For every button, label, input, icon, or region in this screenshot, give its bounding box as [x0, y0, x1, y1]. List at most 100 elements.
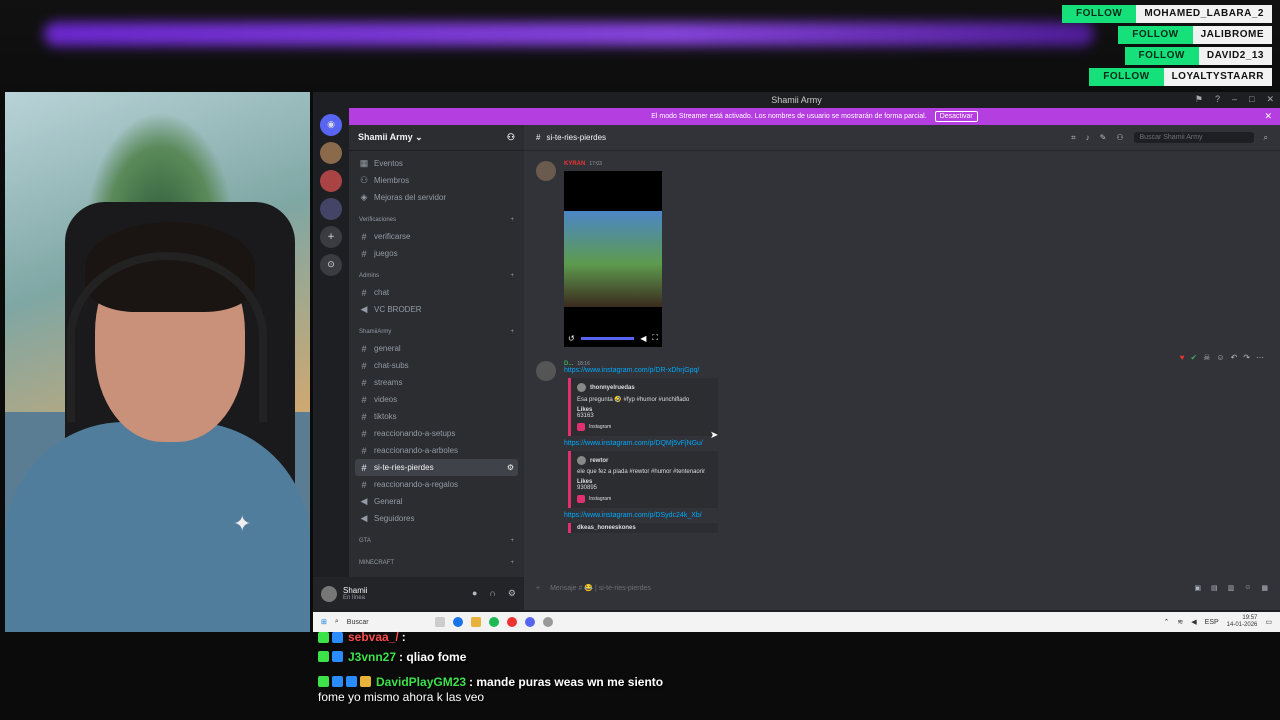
message-input[interactable]: Mensaje # 😂 | si-te-ries-pierdes [550, 584, 651, 592]
settings-icon[interactable]: ⚙ [507, 463, 514, 472]
minimize-icon[interactable]: – [1232, 94, 1237, 105]
message-author[interactable]: KYRAN 17:03 [564, 161, 662, 167]
volume-icon[interactable]: ◀ [1191, 618, 1196, 626]
help-icon[interactable]: ? [1215, 94, 1220, 105]
volume-slider[interactable] [580, 336, 635, 340]
channel-chat[interactable]: # chat [355, 284, 518, 301]
avatar[interactable] [321, 585, 337, 602]
embed-author[interactable]: thonnyelruedas [590, 385, 635, 391]
channel-reaccionando-setups[interactable]: # reaccionando-a-setups [355, 425, 518, 442]
channel-si-te-ries-pierdes[interactable]: # si-te-ries-pierdes ⚙ [355, 459, 518, 476]
add-reaction-icon[interactable]: ☺ [1216, 353, 1224, 362]
avatar[interactable] [536, 361, 556, 381]
channel-tiktoks[interactable]: # tiktoks [355, 408, 518, 425]
members-list-icon[interactable]: ⚇ [1116, 133, 1123, 142]
search-icon[interactable]: ⌕ [335, 618, 339, 626]
gear-icon[interactable]: ⚙ [508, 588, 516, 599]
channel-eventos[interactable]: ▦ Eventos [355, 155, 518, 172]
category-shamiiarmy[interactable]: ShamiiArmy + [355, 324, 518, 340]
replay-icon[interactable]: ↺ [568, 334, 575, 343]
add-channel-icon[interactable]: + [510, 217, 514, 223]
close-banner-icon[interactable]: ✕ [1264, 111, 1272, 122]
file-explorer-icon[interactable] [470, 617, 481, 627]
check-reaction-icon[interactable]: ✔ [1191, 353, 1198, 362]
search-icon[interactable]: ⌕ [1264, 133, 1268, 143]
search-input[interactable]: Buscar Shamii Army [1133, 132, 1254, 143]
follow-alert: FOLLOW JALIBROME [1118, 26, 1272, 44]
skull-reaction-icon[interactable]: ☠ [1203, 353, 1210, 362]
microphone-icon[interactable]: ● [472, 588, 477, 599]
notifications-icon[interactable]: ▭ [1265, 618, 1272, 626]
more-icon[interactable]: ⋯ [1256, 353, 1264, 362]
channel-general-voice[interactable]: ◀ General [355, 493, 518, 510]
channel-streams[interactable]: # streams [355, 374, 518, 391]
channel-general[interactable]: # general [355, 340, 518, 357]
tray-chevron-icon[interactable]: ⌃ [1164, 618, 1170, 626]
add-server-icon[interactable]: + [320, 226, 342, 248]
inbox-icon[interactable]: ⚑ [1195, 94, 1203, 105]
disable-streamer-button[interactable]: Desactivar [934, 111, 978, 122]
add-channel-icon[interactable]: + [510, 560, 514, 566]
channel-verificarse[interactable]: # verificarse [355, 228, 518, 245]
close-icon[interactable]: ✕ [1266, 94, 1274, 105]
category-minecraft[interactable]: MINECRAFT + [355, 555, 518, 571]
windows-start-icon[interactable]: ⊞ [321, 618, 327, 626]
reply-icon[interactable]: ↶ [1231, 353, 1238, 362]
volume-icon[interactable]: ◀ [640, 334, 646, 343]
add-channel-icon[interactable]: + [510, 538, 514, 544]
channel-reaccionando-regalos[interactable]: # reaccionando-a-regalos [355, 476, 518, 493]
category-gta[interactable]: GTA + [355, 533, 518, 549]
server-icon[interactable] [320, 198, 342, 220]
add-channel-icon[interactable]: + [510, 329, 514, 335]
heart-reaction-icon[interactable]: ♥ [1180, 353, 1185, 362]
wifi-icon[interactable]: ≋ [1177, 618, 1183, 626]
sticker-icon[interactable]: ▥ [1228, 584, 1235, 592]
embed-author[interactable]: dkeas_honeeskones [577, 525, 636, 531]
home-icon[interactable]: ◉ [320, 114, 342, 136]
message-link[interactable]: https://www.instagram.com/p/DR-xDhrjGpq/ [564, 367, 718, 374]
channel-videos[interactable]: # videos [355, 391, 518, 408]
gift-icon[interactable]: ▣ [1194, 584, 1201, 592]
explore-icon[interactable]: ⊙ [320, 254, 342, 276]
clock[interactable]: 19:57 14-01-2026 [1227, 615, 1258, 629]
message-link[interactable]: https://www.instagram.com/p/DSydc24k_Xb/ [564, 512, 718, 519]
app-icon[interactable] [542, 617, 553, 627]
gif-icon[interactable]: ▤ [1211, 584, 1218, 592]
server-icon[interactable] [320, 170, 342, 192]
pin-icon[interactable]: ✎ [1100, 133, 1107, 142]
avatar[interactable] [536, 161, 556, 181]
taskbar-search[interactable]: Buscar [347, 619, 427, 626]
fullscreen-icon[interactable]: ⛶ [652, 333, 658, 343]
channel-mejoras[interactable]: ◈ Mejoras del servidor [355, 189, 518, 206]
maximize-icon[interactable]: □ [1249, 94, 1254, 105]
add-channel-icon[interactable]: + [510, 273, 514, 279]
embed-author[interactable]: rewtor [590, 458, 608, 464]
channel-seguidores[interactable]: ◀ Seguidores [355, 510, 518, 527]
emoji-icon[interactable]: ☺ [1244, 584, 1251, 592]
category-verificaciones[interactable]: Verificaciones + [355, 212, 518, 228]
bell-icon[interactable]: ♪ [1086, 133, 1090, 142]
spotify-icon[interactable] [488, 617, 499, 627]
task-view-icon[interactable] [434, 617, 445, 627]
channel-miembros[interactable]: ⚇ Miembros [355, 172, 518, 189]
channel-reaccionando-arboles[interactable]: # reaccionando-a-arboles [355, 442, 518, 459]
instagram-embed: thonnyelruedas Esa pregunta 🤣 #fyp #humo… [568, 378, 718, 436]
obs-icon[interactable] [506, 617, 517, 627]
add-attachment-icon[interactable]: + [536, 585, 540, 592]
server-header[interactable]: Shamii Army ⌄ ⚇ [349, 125, 524, 151]
channel-chat-subs[interactable]: # chat-subs [355, 357, 518, 374]
chrome-icon[interactable] [452, 617, 463, 627]
message-link[interactable]: https://www.instagram.com/p/DQMj5vFjNGu/ [564, 440, 718, 447]
server-icon-shamii[interactable] [320, 142, 342, 164]
video-player[interactable]: ↺ ◀ ⛶ [564, 171, 662, 347]
invite-icon[interactable]: ⚇ [507, 132, 515, 143]
language-indicator[interactable]: ESP [1205, 619, 1219, 626]
discord-icon[interactable] [524, 617, 535, 627]
forward-icon[interactable]: ↷ [1243, 353, 1250, 362]
headphones-icon[interactable]: ∩ [489, 588, 495, 599]
threads-icon[interactable]: ⌗ [1071, 133, 1076, 143]
channel-juegos[interactable]: # juegos [355, 245, 518, 262]
category-admins[interactable]: Admins + [355, 268, 518, 284]
channel-vc-broder[interactable]: ◀ VC BRODER [355, 301, 518, 318]
apps-icon[interactable]: ▦ [1261, 584, 1268, 592]
